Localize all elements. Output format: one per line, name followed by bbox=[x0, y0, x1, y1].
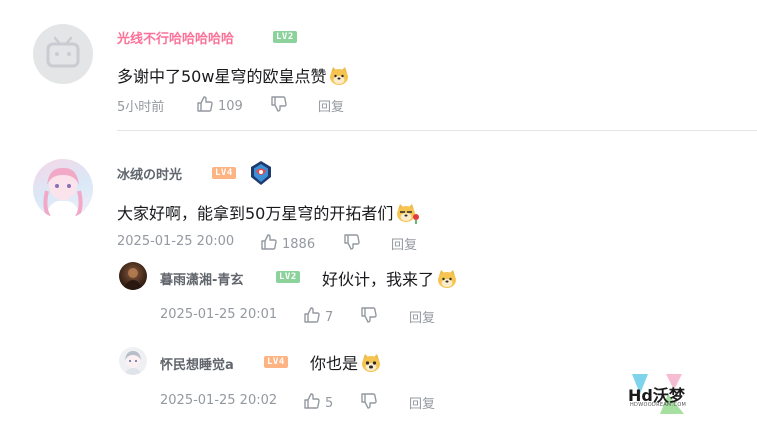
reply-label: 回复 bbox=[409, 397, 436, 412]
reply-text-body: 好伙计，我来了 bbox=[322, 270, 435, 289]
reply-text: 你也是 bbox=[310, 350, 382, 378]
reply-label: 回复 bbox=[318, 100, 345, 115]
dislike-button[interactable] bbox=[360, 392, 382, 414]
reply-button[interactable]: 回复 bbox=[409, 307, 435, 326]
thumbs-up-icon bbox=[303, 306, 321, 328]
like-count: 7 bbox=[325, 309, 334, 325]
comment-meta: 2025-01-25 20:00 bbox=[117, 234, 234, 249]
comment-divider bbox=[117, 130, 757, 131]
reply-label: 回复 bbox=[391, 238, 418, 253]
watermark-logo: Hd沃梦 HDWOODREAM.COM bbox=[622, 372, 692, 416]
like-count: 109 bbox=[218, 98, 243, 114]
like-button[interactable]: 1886 bbox=[260, 233, 315, 255]
like-count: 5 bbox=[325, 395, 334, 411]
fan-medal-icon bbox=[249, 160, 273, 190]
comment-username[interactable]: 冰绒の时光 bbox=[117, 164, 182, 183]
thumbs-up-icon bbox=[260, 233, 278, 255]
thumbs-down-icon bbox=[360, 392, 378, 414]
level-badge: LV4 bbox=[212, 167, 236, 179]
dislike-button[interactable] bbox=[270, 95, 292, 117]
like-button[interactable]: 5 bbox=[303, 392, 333, 414]
comment-text: 大家好啊，能拿到50万星穹的开拓者们 bbox=[117, 200, 421, 228]
reply-button[interactable]: 回复 bbox=[409, 393, 435, 412]
comment-time: 2025-01-25 20:00 bbox=[117, 234, 235, 249]
reply-meta: 2025-01-25 20:02 bbox=[160, 393, 277, 408]
avatar-user[interactable] bbox=[119, 347, 147, 375]
reply-text-body: 你也是 bbox=[310, 354, 359, 373]
comment-text-body: 大家好啊，能拿到50万星穹的开拓者们 bbox=[117, 204, 394, 223]
thumbs-down-icon bbox=[343, 233, 361, 255]
dislike-button[interactable] bbox=[343, 233, 365, 255]
watermark-subtext: HDWOODREAM.COM bbox=[630, 402, 687, 408]
reply-button[interactable]: 回复 bbox=[318, 96, 344, 115]
comment-meta: 5小时前 bbox=[117, 96, 164, 115]
level-badge: LV2 bbox=[273, 31, 297, 43]
like-button[interactable]: 109 bbox=[196, 95, 243, 117]
tv-avatar-icon bbox=[46, 36, 80, 68]
comment-text-body: 多谢中了50w星穹的欧皇点赞 bbox=[117, 67, 327, 86]
level-badge: LV2 bbox=[276, 271, 300, 283]
reply-label: 回复 bbox=[409, 311, 436, 326]
reply-time: 2025-01-25 20:01 bbox=[160, 307, 278, 322]
anime-girl-avatar-icon bbox=[43, 167, 83, 219]
reply-username[interactable]: 暮雨潇湘-青玄 bbox=[160, 269, 243, 288]
comment-text: 多谢中了50w星穹的欧皇点赞 bbox=[117, 63, 350, 91]
reply-time: 2025-01-25 20:02 bbox=[160, 393, 278, 408]
like-count: 1886 bbox=[282, 236, 316, 252]
reply-username[interactable]: 怀民想睡觉a bbox=[160, 354, 234, 373]
doge-emoji-icon bbox=[360, 352, 382, 378]
like-button[interactable]: 7 bbox=[303, 306, 333, 328]
comment-time: 5小时前 bbox=[117, 100, 165, 115]
thumbs-up-icon bbox=[303, 392, 321, 414]
avatar-user[interactable] bbox=[119, 262, 147, 290]
avatar-default-tv[interactable] bbox=[33, 24, 93, 84]
doge-emoji-icon bbox=[328, 65, 350, 91]
reply-meta: 2025-01-25 20:01 bbox=[160, 307, 277, 322]
dislike-button[interactable] bbox=[360, 306, 382, 328]
reply-button[interactable]: 回复 bbox=[391, 234, 417, 253]
dark-portrait-avatar-icon bbox=[123, 268, 143, 290]
comment-username[interactable]: 光线不行哈哈哈哈哈 bbox=[117, 28, 234, 47]
doge-rose-emoji-icon bbox=[395, 202, 421, 228]
anime-avatar-icon bbox=[124, 351, 142, 375]
doge-emoji-icon bbox=[436, 268, 458, 294]
thumbs-up-icon bbox=[196, 95, 214, 117]
reply-text: 好伙计，我来了 bbox=[322, 266, 458, 294]
thumbs-down-icon bbox=[360, 306, 378, 328]
level-badge: LV4 bbox=[264, 356, 288, 368]
avatar-user[interactable] bbox=[33, 159, 93, 219]
thumbs-down-icon bbox=[270, 95, 288, 117]
